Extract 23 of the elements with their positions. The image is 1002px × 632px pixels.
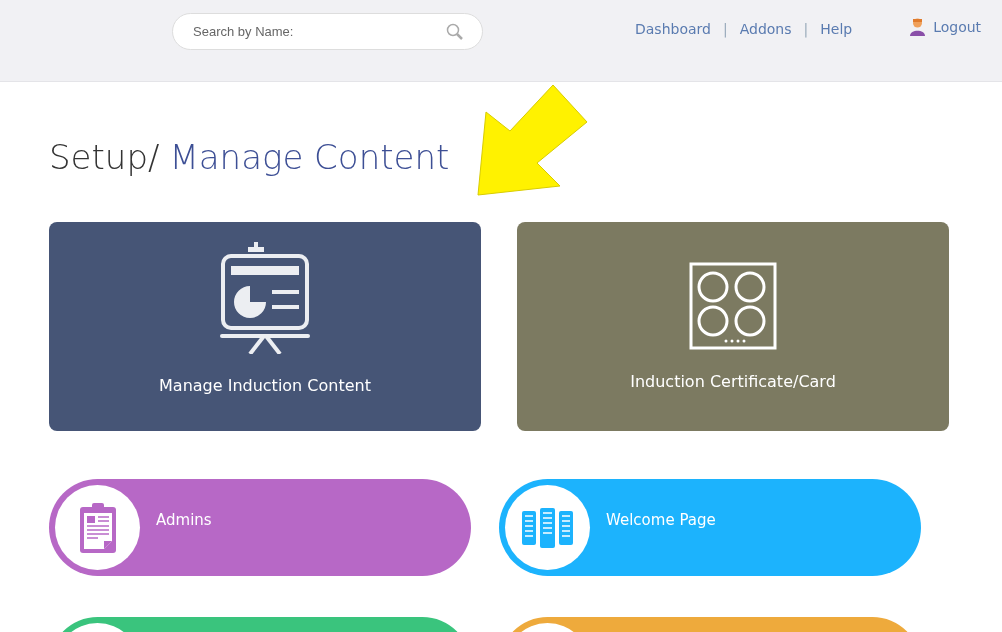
- logout-link[interactable]: Logout: [910, 13, 982, 41]
- cooktop-icon: [689, 262, 777, 350]
- menu-tile[interactable]: Welcome Page: [499, 479, 921, 576]
- server-racks-icon: [521, 507, 574, 548]
- tile-label: Welcome Page: [606, 511, 716, 529]
- nav-link[interactable]: Help: [820, 21, 853, 37]
- page-title-prefix: Setup/: [49, 137, 160, 177]
- tile-label: Admins: [156, 511, 212, 529]
- content-card[interactable]: Manage Induction Content: [49, 222, 481, 431]
- clipboard-icon: [79, 502, 116, 553]
- presentation-board-icon: [220, 242, 310, 354]
- nav-separator: |: [722, 21, 728, 37]
- menu-tile[interactable]: Admins: [49, 479, 471, 576]
- nav-link[interactable]: Dashboard: [635, 21, 711, 37]
- content-card[interactable]: Induction Certificate/Card: [517, 222, 949, 431]
- card-label: Manage Induction Content: [159, 376, 371, 395]
- search-icon: [446, 23, 463, 40]
- page-title: Manage Content: [169, 137, 450, 177]
- user-icon: [910, 18, 926, 36]
- card-label: Induction Certificate/Card: [630, 372, 836, 391]
- search-field[interactable]: Search by Name:: [172, 13, 483, 50]
- nav-separator: |: [803, 21, 809, 37]
- nav-link[interactable]: Addons: [739, 21, 792, 37]
